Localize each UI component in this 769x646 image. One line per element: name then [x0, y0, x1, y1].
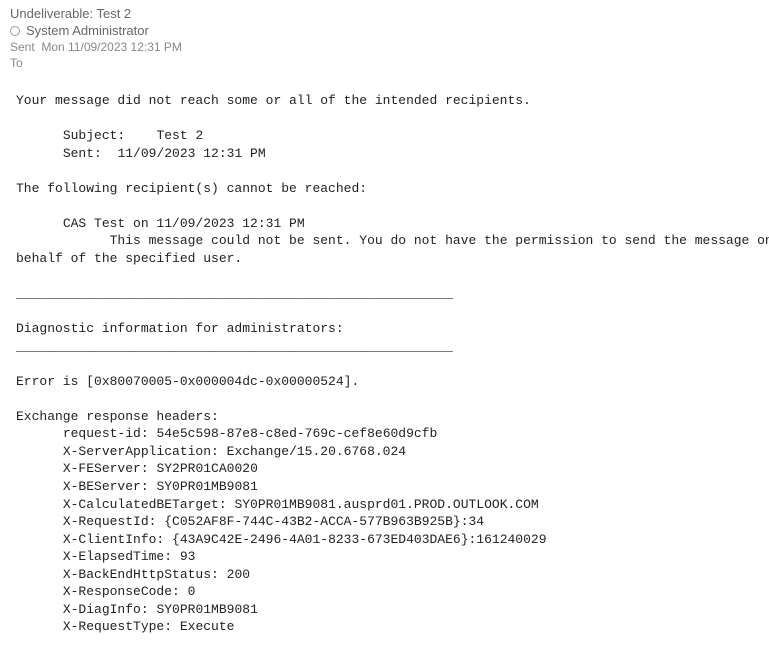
hdr-request-id-value: 54e5c598-87e8-c8ed-769c-cef8e60d9cfb	[156, 426, 437, 441]
error-line: Error is [0x80070005-0x000004dc-0x000005…	[16, 374, 359, 389]
from-line: System Administrator	[10, 23, 759, 38]
hdr-reqid-label: X-RequestId:	[63, 514, 157, 529]
hdr-client-label: X-ClientInfo:	[63, 532, 164, 547]
sent-label: Sent	[10, 40, 38, 54]
hdr-reqtype-label: X-RequestType:	[63, 619, 172, 634]
hdr-diag-value: SY0PR01MB9081	[156, 602, 257, 617]
hdr-behttp-label: X-BackEndHttpStatus:	[63, 567, 219, 582]
recipient-error-l2: behalf of the specified user.	[16, 251, 242, 266]
subject-line: Undeliverable: Test 2	[10, 6, 759, 21]
presence-icon	[10, 26, 20, 36]
from-name: System Administrator	[26, 23, 149, 38]
hdr-fe-label: X-FEServer:	[63, 461, 149, 476]
hdr-respcode-value: 0	[188, 584, 196, 599]
email-header: Undeliverable: Test 2 System Administrat…	[0, 0, 769, 82]
to-line: To	[10, 56, 759, 70]
hdr-calcbe-label: X-CalculatedBETarget:	[63, 497, 227, 512]
hdr-elapsed-label: X-ElapsedTime:	[63, 549, 172, 564]
hdr-behttp-value: 200	[227, 567, 250, 582]
hdr-server-app-value: Exchange/15.20.6768.024	[227, 444, 406, 459]
divider-1: ________________________________________…	[16, 286, 453, 301]
diag-heading: Diagnostic information for administrator…	[16, 321, 344, 336]
divider-2: ________________________________________…	[16, 339, 453, 354]
body-sent-value: 11/09/2023 12:31 PM	[117, 146, 265, 161]
hdr-reqtype-value: Execute	[180, 619, 235, 634]
body-intro: Your message did not reach some or all o…	[16, 93, 531, 108]
recipient-error-l1: This message could not be sent. You do n…	[110, 233, 769, 248]
recipient-heading: The following recipient(s) cannot be rea…	[16, 181, 367, 196]
body-subject-value: Test 2	[156, 128, 203, 143]
hdr-respcode-label: X-ResponseCode:	[63, 584, 180, 599]
body-subject-label: Subject:	[63, 128, 125, 143]
hdr-reqid-value: {C052AF8F-744C-43B2-ACCA-577B963B925B}:3…	[164, 514, 484, 529]
hdr-server-app-label: X-ServerApplication:	[63, 444, 219, 459]
recipient-name: CAS Test on 11/09/2023 12:31 PM	[63, 216, 305, 231]
hdr-be-label: X-BEServer:	[63, 479, 149, 494]
sent-value: Mon 11/09/2023 12:31 PM	[41, 40, 182, 54]
hdr-request-id-label: request-id:	[63, 426, 149, 441]
email-body: Your message did not reach some or all o…	[0, 82, 769, 646]
hdr-calcbe-value: SY0PR01MB9081.ausprd01.PROD.OUTLOOK.COM	[234, 497, 538, 512]
hdr-client-value: {43A9C42E-2496-4A01-8233-673ED403DAE6}:1…	[172, 532, 546, 547]
hdr-be-value: SY0PR01MB9081	[156, 479, 257, 494]
body-sent-label: Sent:	[63, 146, 102, 161]
hdr-diag-label: X-DiagInfo:	[63, 602, 149, 617]
sent-line: Sent Mon 11/09/2023 12:31 PM	[10, 40, 759, 54]
hdr-elapsed-value: 93	[180, 549, 196, 564]
hdr-fe-value: SY2PR01CA0020	[156, 461, 257, 476]
headers-heading: Exchange response headers:	[16, 409, 219, 424]
